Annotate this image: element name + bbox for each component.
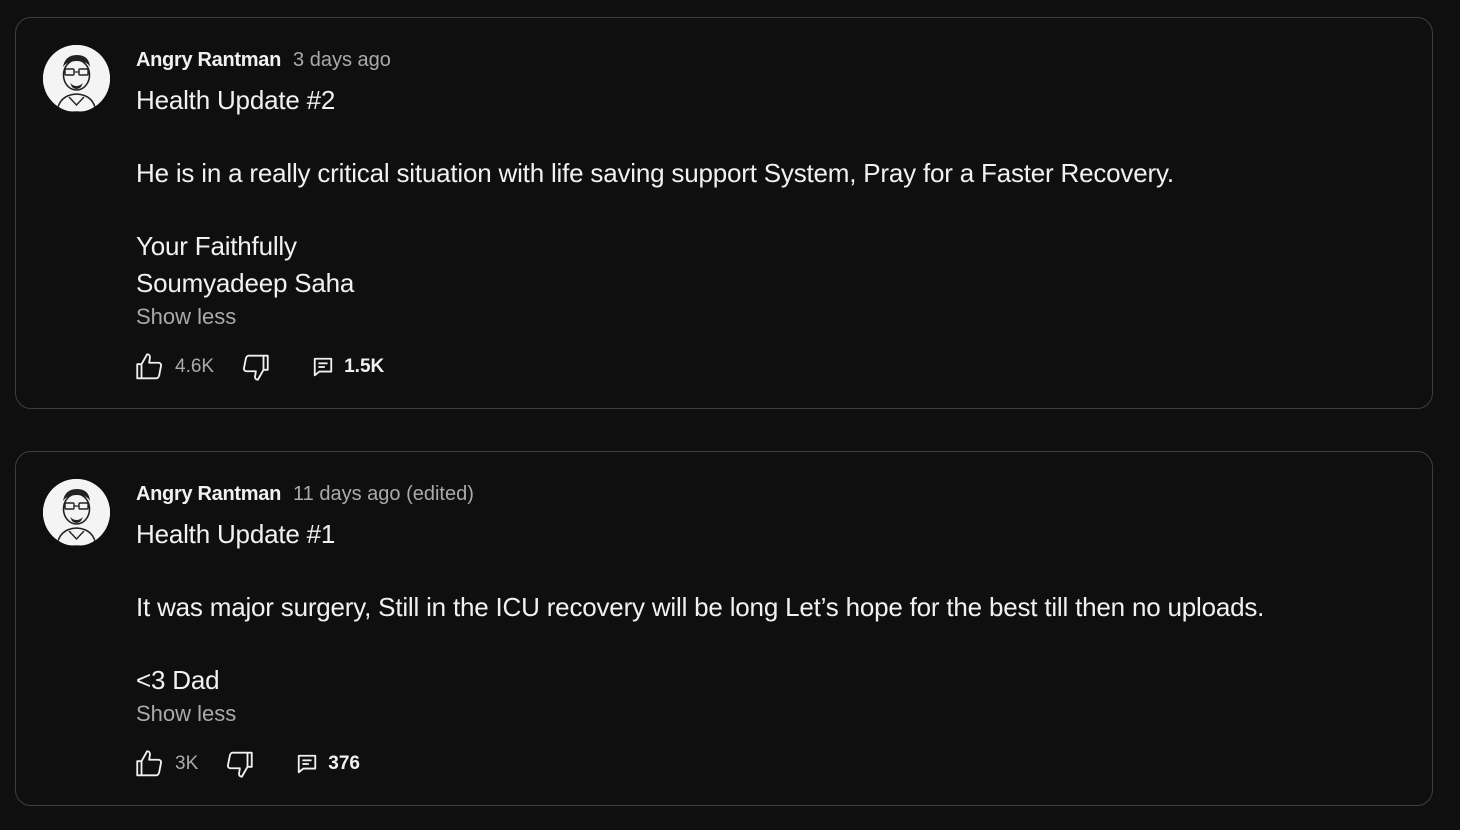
post-content: Angry Rantman 11 days ago (edited) Healt…	[136, 480, 1402, 782]
dislike-button[interactable]	[222, 747, 256, 781]
community-post: Angry Rantman 3 days ago Health Update #…	[15, 17, 1433, 409]
avatar-illustration	[43, 479, 110, 546]
comments-button[interactable]: 1.5K	[312, 356, 384, 378]
thumbs-up-icon	[136, 352, 163, 379]
post-timestamp[interactable]: 11 days ago (edited)	[293, 483, 474, 506]
comment-icon	[298, 754, 317, 774]
post-content: Angry Rantman 3 days ago Health Update #…	[136, 46, 1402, 385]
like-button[interactable]: 3K	[133, 747, 198, 781]
thumbs-down-icon	[227, 751, 253, 778]
thumbs-down-icon	[243, 354, 269, 381]
post-header: Angry Rantman 11 days ago (edited)	[136, 480, 1402, 508]
post-timestamp[interactable]: 3 days ago	[293, 49, 391, 72]
post-header: Angry Rantman 3 days ago	[136, 46, 1402, 74]
like-count: 4.6K	[175, 355, 215, 377]
comment-count: 376	[328, 752, 360, 774]
dislike-button[interactable]	[238, 350, 272, 384]
like-button[interactable]: 4.6K	[133, 350, 214, 384]
avatar[interactable]	[43, 479, 110, 546]
community-post: Angry Rantman 11 days ago (edited) Healt…	[15, 451, 1433, 806]
show-less-button[interactable]: Show less	[136, 302, 236, 332]
comment-icon	[313, 357, 333, 376]
post-body: Health Update #2 He is in a really criti…	[136, 85, 1174, 298]
author-name[interactable]: Angry Rantman	[136, 483, 281, 506]
post-body: Health Update #1 It was major surgery, S…	[136, 519, 1265, 696]
community-feed: Angry Rantman 3 days ago Health Update #…	[0, 0, 1460, 830]
author-name[interactable]: Angry Rantman	[136, 49, 281, 72]
like-count: 3K	[175, 752, 199, 774]
post-actions: 4.6K 1.5K	[133, 349, 1402, 385]
post-actions: 3K 376	[133, 746, 1402, 782]
show-less-button[interactable]: Show less	[136, 699, 236, 729]
comments-button[interactable]: 376	[296, 753, 360, 775]
comment-count: 1.5K	[344, 355, 385, 377]
avatar-illustration	[43, 45, 110, 112]
thumbs-up-icon	[136, 750, 163, 777]
avatar[interactable]	[43, 45, 110, 112]
